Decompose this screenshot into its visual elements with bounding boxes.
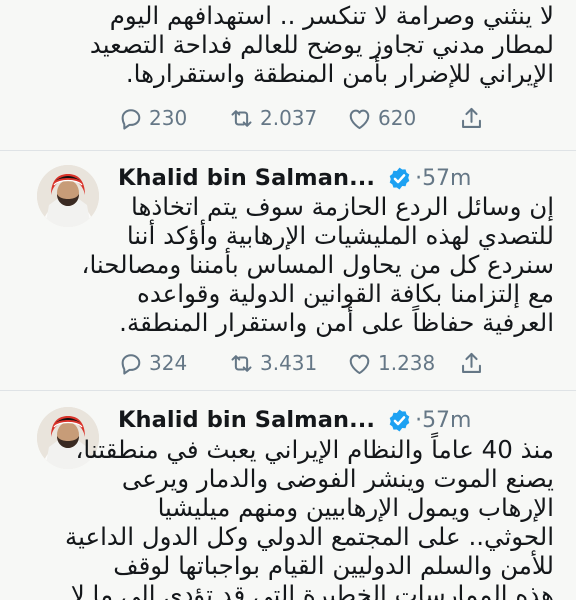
like-button[interactable]: 1.238 xyxy=(346,346,435,380)
tweet-text-line: مع إلتزامنا بكافة القوانين الدولية وقواع… xyxy=(136,279,554,308)
tweet-text-line: الإرهاب ويمول الإرهابيين ومنهم ميليشيا xyxy=(157,493,554,522)
tweet-text-line: لمطار مدني تجاوز يوضح للعالم فداحة التصع… xyxy=(89,30,554,59)
retweet-button[interactable]: 3.431 xyxy=(228,346,317,380)
reply-button[interactable]: 230 xyxy=(117,101,187,135)
tweet-card[interactable]: Khalid bin Salman... · 57m منذ 40 عاماً … xyxy=(0,391,576,600)
separator-dot: · xyxy=(415,165,423,191)
like-button[interactable]: 620 xyxy=(346,101,416,135)
share-icon xyxy=(462,352,481,373)
tweet-text-line: يصنع الموت وينشر الفوضى والدمار ويرعى xyxy=(121,464,554,493)
tweet-text-line: سنردع كل من يحاول المساس بأمننا ومصالحنا… xyxy=(81,250,554,279)
reply-icon xyxy=(121,108,141,130)
tweet-text-line: للتصدي لهذه المليشيات الإرهابية وأؤكد أن… xyxy=(126,221,554,250)
author-name[interactable]: Khalid bin Salman... xyxy=(118,165,375,191)
share-icon xyxy=(462,107,481,128)
reply-button[interactable]: 324 xyxy=(117,346,187,380)
like-count: 1.238 xyxy=(378,351,436,375)
tweet-text-line: الحوثي.. على المجتمع الدولي وكل الدول ال… xyxy=(64,522,554,551)
author-name[interactable]: Khalid bin Salman... xyxy=(118,407,375,433)
retweet-count: 3.431 xyxy=(260,351,318,375)
tweet-text: إن وسائل الردع الحازمة سوف يتم اتخاذها ل… xyxy=(82,192,554,337)
tweet-text-line: هذه الممارسات الخطيرة التي قد تؤدي إلى م… xyxy=(70,580,554,600)
share-button[interactable] xyxy=(458,101,485,135)
tweet-header: Khalid bin Salman... · 57m xyxy=(118,403,472,437)
like-icon xyxy=(349,354,370,374)
share-button[interactable] xyxy=(458,346,485,380)
tweet-time[interactable]: 57m xyxy=(422,166,471,191)
like-count: 620 xyxy=(378,106,417,130)
verified-badge-icon xyxy=(389,409,410,431)
tweet-text-line: إن وسائل الردع الحازمة سوف يتم اتخاذها xyxy=(131,192,554,221)
reply-count: 324 xyxy=(149,351,188,375)
reply-icon xyxy=(121,353,141,375)
tweet-text: لا ينثني وصرامة لا تنكسر .. استهدافهم ال… xyxy=(90,1,554,88)
tweet-card[interactable]: لا ينثني وصرامة لا تنكسر .. استهدافهم ال… xyxy=(0,0,576,150)
like-icon xyxy=(349,109,370,129)
retweet-button[interactable]: 2.037 xyxy=(228,101,317,135)
tweet-card[interactable]: Khalid bin Salman... · 57m إن وسائل الرد… xyxy=(0,151,576,390)
retweet-count: 2.037 xyxy=(260,106,318,130)
separator-dot: · xyxy=(415,407,423,433)
tweet-actions: 324 3.431 1.238 xyxy=(0,346,576,380)
tweet-text: منذ 40 عاماً والنظام الإيراني يعبث في من… xyxy=(65,435,554,600)
retweet-icon xyxy=(231,354,252,372)
tweet-header: Khalid bin Salman... · 57m xyxy=(118,161,472,195)
tweet-time[interactable]: 57m xyxy=(422,408,471,433)
tweet-text-line: منذ 40 عاماً والنظام الإيراني يعبث في من… xyxy=(75,435,554,464)
tweet-text-line: للأمن والسلم الدوليين القيام بواجباتها ل… xyxy=(113,551,554,580)
retweet-icon xyxy=(231,109,252,127)
tweet-text-line: الإيراني للإضرار بأمن المنطقة واستقرارها… xyxy=(125,59,554,88)
verified-badge-icon xyxy=(389,167,410,189)
reply-count: 230 xyxy=(149,106,188,130)
tweet-text-line: العرفية حفاظاً على أمن واستقرار المنطقة. xyxy=(119,308,554,337)
tweet-feed: لا ينثني وصرامة لا تنكسر .. استهدافهم ال… xyxy=(0,0,576,600)
tweet-text-line: لا ينثني وصرامة لا تنكسر .. استهدافهم ال… xyxy=(109,1,554,30)
tweet-actions: 230 2.037 620 xyxy=(0,101,576,135)
